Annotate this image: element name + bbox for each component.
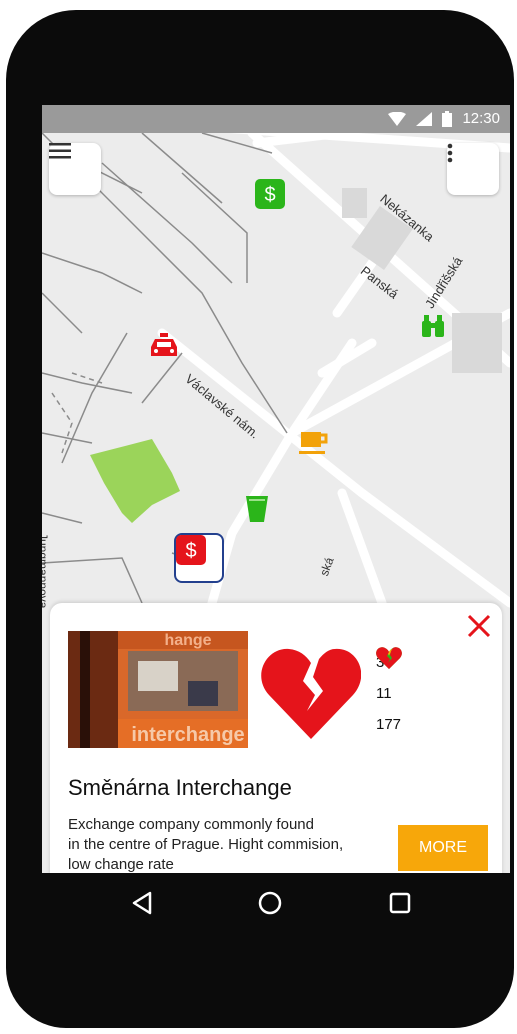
coffee-marker[interactable] bbox=[299, 430, 329, 458]
wifi-icon bbox=[388, 111, 407, 126]
broken-heart-small-icon bbox=[376, 647, 402, 669]
close-icon bbox=[467, 614, 491, 638]
drink-marker[interactable] bbox=[245, 495, 269, 523]
photo-sign-text: interchange bbox=[131, 724, 244, 746]
exchange-marker-selected[interactable]: $ bbox=[174, 533, 224, 583]
place-detail-card: hange interchange 3 11 177 Směnárna Inte… bbox=[50, 603, 502, 873]
broken-heart-icon bbox=[261, 648, 361, 739]
dollar-icon: $ bbox=[176, 535, 206, 565]
status-bar: 12:30 bbox=[42, 105, 510, 133]
close-button[interactable] bbox=[464, 611, 494, 641]
menu-button[interactable] bbox=[49, 143, 101, 195]
description-line: low change rate bbox=[68, 856, 174, 873]
home-button[interactable] bbox=[257, 890, 283, 916]
recents-button[interactable] bbox=[387, 890, 413, 916]
street-label-jungmannova: Jungmannova bbox=[42, 533, 50, 609]
status-time: 12:30 bbox=[462, 110, 500, 127]
description-line: in the centre of Prague. Hight commision… bbox=[68, 836, 344, 853]
description-line: Exchange company commonly found bbox=[68, 816, 314, 833]
exchange-marker-green[interactable]: $ bbox=[255, 179, 285, 209]
svg-text:$: $ bbox=[264, 184, 275, 206]
dislikes-count: 177 bbox=[376, 716, 402, 733]
binoculars-marker[interactable] bbox=[420, 313, 446, 339]
park-area bbox=[90, 439, 180, 523]
binoculars-icon bbox=[422, 315, 444, 337]
signal-icon bbox=[416, 111, 433, 126]
svg-text:hange: hange bbox=[164, 632, 211, 649]
dollar-icon: $ bbox=[255, 179, 285, 209]
home-circle-icon bbox=[258, 891, 282, 915]
back-button[interactable] bbox=[130, 890, 156, 916]
photo-image: hange interchange bbox=[68, 631, 248, 748]
place-title: Směnárna Interchange bbox=[68, 775, 292, 800]
overflow-menu-button[interactable] bbox=[447, 143, 499, 195]
map[interactable]: Nekázanka Jindřišská Panská Václavské ná… bbox=[42, 133, 510, 873]
rating-stats: 3 11 177 bbox=[376, 647, 402, 740]
screen: 12:30 Nekázanka Jindřišská Panská Václav… bbox=[42, 105, 510, 873]
phone-frame: 12:30 Nekázanka Jindřišská Panská Václav… bbox=[6, 10, 514, 1028]
more-button[interactable]: MORE bbox=[398, 825, 488, 871]
coffee-cup-icon bbox=[299, 432, 328, 454]
dislikes-row: 177 bbox=[376, 647, 402, 740]
glass-icon bbox=[246, 496, 268, 522]
neutral-count: 11 bbox=[376, 685, 392, 702]
recents-square-icon bbox=[389, 892, 411, 914]
taxi-marker[interactable] bbox=[150, 333, 178, 359]
place-description: Exchange company commonly found in the c… bbox=[68, 815, 398, 873]
place-photo: hange interchange bbox=[68, 631, 248, 748]
more-vertical-icon bbox=[447, 143, 453, 163]
back-triangle-icon bbox=[132, 891, 152, 915]
neutral-row: 11 bbox=[376, 647, 402, 709]
hamburger-icon bbox=[49, 143, 71, 159]
battery-icon bbox=[442, 110, 453, 127]
svg-text:$: $ bbox=[185, 540, 196, 562]
taxi-icon bbox=[151, 333, 177, 356]
